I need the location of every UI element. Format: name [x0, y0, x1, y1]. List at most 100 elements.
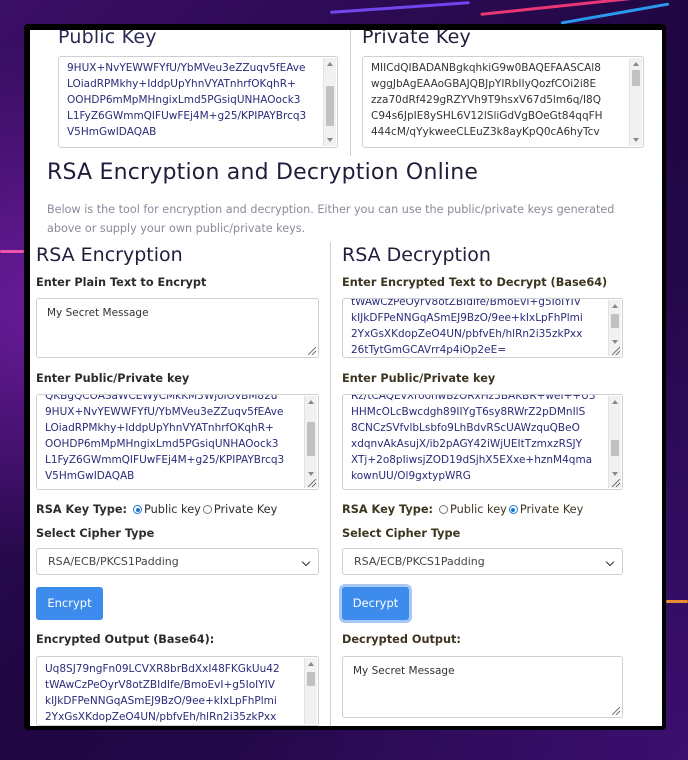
private-key-line: 444cM/qYykweeCLEuZ3k8ayKpQ0cA6hyTcv	[371, 126, 600, 138]
dec-cipher-value: RSA/ECB/PKCS1Padding	[354, 555, 485, 568]
scroll-thumb[interactable]	[611, 440, 619, 456]
encrypt-button[interactable]: Encrypt	[36, 587, 103, 620]
resize-grip-icon[interactable]	[308, 347, 316, 355]
enc-key-type-row: RSA Key Type: Public key Private Key	[36, 503, 277, 516]
private-key-line: wggJbAgEAAoGBAJQBJpYIRbIIyQozfCOi2i8E	[371, 78, 597, 90]
background-stripe	[480, 0, 650, 16]
scroll-down-icon[interactable]	[327, 138, 333, 142]
rsa-tool-page: Public Key 9HUX+NvYEWWFYfU/YbMVeu3eZZuqv…	[30, 30, 662, 726]
dec-key-textarea[interactable]: Rz/tCAQEvXroonwBzORxHz3BAKBR+weI++U3 HHM…	[342, 394, 623, 490]
chevron-down-icon	[301, 557, 311, 567]
enc-cipher-label: Select Cipher Type	[36, 527, 155, 540]
page-title: RSA Encryption and Decryption Online	[47, 160, 479, 185]
resize-grip-icon[interactable]	[612, 707, 620, 715]
private-key-line: zza70dRf429gRZYVh9T9hsxV67d5lm6q/I8Q	[371, 94, 601, 106]
section-divider	[330, 242, 331, 726]
enc-key-line: V5HmGwIDAQAB	[45, 470, 135, 482]
scroll-down-icon[interactable]	[308, 472, 314, 476]
encrypted-output-textarea[interactable]: Uq8SJ79ngFn09LCVXR8brBdXxI48FKGkUu42 tWA…	[36, 656, 319, 726]
dec-private-key-option[interactable]: Private Key	[520, 503, 583, 516]
dec-key-line: kownUU/Ol9gxtypWRG	[351, 470, 471, 482]
enc-key-line: QKBgQCOASaWCEWyCMkKM3WjoIOvBM82u	[45, 394, 278, 402]
dec-private-key-radio[interactable]	[508, 505, 518, 514]
enc-key-line: OOHDP6mMpMHngixLmd5PGsiqUNHAOock3	[45, 438, 279, 450]
enc-key-textarea[interactable]: QKBgQCOASaWCEWyCMkKM3WjoIOvBM82u 9HUX+Nv…	[36, 394, 319, 490]
private-key-line: C94s6JpIE8ySHL6V12lSliGdVgBOeGt84qqFH	[371, 110, 603, 122]
enc-cipher-select[interactable]: RSA/ECB/PKCS1Padding	[36, 548, 319, 575]
dec-public-key-option[interactable]: Public key	[450, 503, 507, 516]
encrypted-output-scrollbar[interactable]	[304, 658, 317, 724]
scroll-down-icon[interactable]	[612, 472, 618, 476]
enc-key-type-label: RSA Key Type:	[36, 503, 128, 516]
decrypted-output-textarea[interactable]: My Secret Message	[342, 656, 623, 718]
scroll-down-icon[interactable]	[612, 340, 618, 344]
resize-grip-icon[interactable]	[612, 347, 620, 355]
dec-key-line: xdqnvAkAsujX/ib2pAGY42iWjUEItTzmxzRSJY	[351, 438, 583, 450]
encrypted-text-line: tWAwCzPeOyrV8otZBIdIfe/BmoEvI+g5IoIYIV	[351, 298, 581, 308]
dec-cipher-label: Select Cipher Type	[342, 527, 461, 540]
dec-key-label: Enter Public/Private key	[342, 372, 496, 385]
private-key-scrollbar[interactable]	[629, 58, 642, 146]
public-key-textarea[interactable]: 9HUX+NvYEWWFYfU/YbMVeu3eZZuqv5fEAve LOia…	[58, 56, 338, 148]
scroll-up-icon[interactable]	[612, 304, 618, 308]
scroll-up-icon[interactable]	[308, 400, 314, 404]
scroll-thumb[interactable]	[307, 672, 315, 686]
encrypted-output-label: Encrypted Output (Base64):	[36, 633, 215, 646]
background-stripe	[560, 2, 670, 25]
plain-text-input[interactable]: My Secret Message	[36, 298, 319, 358]
public-key-line: L1FyZ6GWmmQIFUwFEj4M+g25/KPIPAYBrcq3	[67, 110, 307, 122]
encrypted-text-input[interactable]: tWAwCzPeOyrV8otZBIdIfe/BmoEvI+g5IoIYIV k…	[342, 298, 623, 358]
scroll-thumb[interactable]	[326, 86, 334, 126]
scroll-thumb[interactable]	[611, 314, 619, 328]
resize-grip-icon[interactable]	[612, 479, 620, 487]
decryption-heading: RSA Decryption	[342, 244, 491, 266]
encrypted-text-line: kIJkDFPeNNGqASmEJ9BzO/9ee+kIxLpFhPlmi	[351, 312, 583, 324]
enc-private-key-option[interactable]: Private Key	[214, 503, 277, 516]
public-key-line: V5HmGwIDAQAB	[67, 126, 157, 138]
key-divider	[350, 30, 351, 156]
dec-key-line: 8CNCzSVfvlbLsbfo9LhBdvRScUAWzquQBeO	[351, 422, 580, 434]
enc-key-line: LOiadRPMkhy+IddpUpYhnVYATnhrfOKqhR+	[45, 422, 274, 434]
decrypt-button[interactable]: Decrypt	[342, 587, 409, 620]
dec-key-type-row: RSA Key Type: Public key Private Key	[342, 503, 583, 516]
scroll-down-icon[interactable]	[633, 138, 639, 142]
private-key-heading: Private Key	[362, 30, 471, 48]
dec-cipher-select[interactable]: RSA/ECB/PKCS1Padding	[342, 548, 623, 575]
dec-public-key-radio[interactable]	[439, 505, 449, 514]
background-stripe	[0, 250, 24, 253]
public-key-heading: Public Key	[58, 30, 157, 48]
encrypted-text-line: 26tTytGmGCAVrr4p4iOp2eE=	[351, 344, 507, 356]
enc-private-key-radio[interactable]	[202, 505, 212, 514]
scroll-up-icon[interactable]	[308, 662, 314, 666]
enc-key-scrollbar[interactable]	[304, 396, 317, 488]
dec-key-line: XTj+2o8pIiwsjZOD19dSjhX5EXxe+hznM4qma	[351, 454, 593, 466]
public-key-line: 9HUX+NvYEWWFYfU/YbMVeu3eZZuqv5fEAve	[67, 62, 306, 74]
enc-key-line: L1FyZ6GWmmQIFUwFEj4M+g25/KPIPAYBrcq3	[45, 454, 285, 466]
enc-key-label: Enter Public/Private key	[36, 372, 190, 385]
encrypted-text-line: 2YxGsXKdopZeO4UN/pbfvEh/hlRn2i35zkPxx	[351, 328, 583, 340]
scroll-up-icon[interactable]	[327, 62, 333, 66]
enc-cipher-value: RSA/ECB/PKCS1Padding	[48, 555, 179, 568]
encrypted-output-line: 2YxGsXKdopZeO4UN/pbfvEh/hlRn2i35zkPxx	[45, 711, 277, 723]
private-key-textarea[interactable]: MIICdQIBADANBgkqhkiG9w0BAQEFAASCAl8 wggJ…	[362, 56, 644, 148]
enc-public-key-radio[interactable]	[133, 505, 143, 514]
encrypted-output-line: tWAwCzPeOyrV8otZBIdIfe/BmoEvI+g5IoIYIV	[45, 679, 275, 691]
dec-key-scrollbar[interactable]	[608, 396, 621, 488]
dec-key-line: Rz/tCAQEvXroonwBzORxHz3BAKBR+weI++U3	[351, 394, 596, 402]
public-key-line: OOHDP6mMpMHngixLmd5PGsiqUNHAOock3	[67, 94, 301, 106]
dec-key-type-label: RSA Key Type:	[342, 503, 434, 516]
scroll-up-icon[interactable]	[633, 62, 639, 66]
enc-public-key-option[interactable]: Public key	[144, 503, 201, 516]
scroll-thumb[interactable]	[307, 422, 315, 456]
decrypted-output-value: My Secret Message	[353, 665, 455, 677]
enc-key-line: 9HUX+NvYEWWFYfU/YbMVeu3eZZuqv5fEAve	[45, 406, 284, 418]
background-stripe	[666, 600, 688, 603]
plain-text-value: My Secret Message	[47, 307, 149, 319]
decrypted-output-label: Decrypted Output:	[342, 633, 461, 646]
scroll-thumb[interactable]	[632, 70, 640, 86]
public-key-scrollbar[interactable]	[323, 58, 336, 146]
encrypted-text-label: Enter Encrypted Text to Decrypt (Base64)	[342, 276, 608, 289]
plain-text-label: Enter Plain Text to Encrypt	[36, 276, 207, 289]
scroll-up-icon[interactable]	[612, 400, 618, 404]
resize-grip-icon[interactable]	[308, 479, 316, 487]
